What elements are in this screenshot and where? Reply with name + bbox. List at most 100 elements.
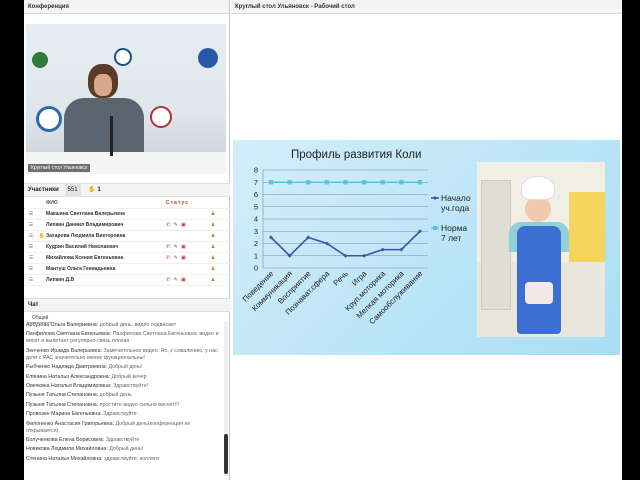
participant-row[interactable]: ☰ Липкин Даниил Владимирович ✆ ✎ ▣ ♟ <box>24 220 230 231</box>
chat-author: Провозен Марина Евгеньевна: <box>26 411 102 418</box>
chat-author: Панфилова Светлана Евгеньевна: <box>26 331 112 338</box>
raised-hands-count: 1 <box>97 187 101 193</box>
data-point <box>268 180 274 185</box>
participant-row[interactable]: ☰ Михайлова Ксения Евгеньевна ✆ ✎ ▣ ♟ <box>24 253 230 264</box>
participants-title: Участники <box>28 187 59 193</box>
menu-icon[interactable]: ☰ <box>24 253 38 264</box>
user-icon: ♟ <box>210 254 216 261</box>
user-icon: ♟ <box>210 243 216 250</box>
chat-author: Клянина Наталья Александровна: <box>26 373 111 380</box>
chat-author: Новикова Людмила Михайловна: <box>26 446 108 453</box>
data-point <box>324 180 330 185</box>
child-photo <box>477 162 605 337</box>
chat-message: Клянина Наталья Александровна: Добрый ве… <box>26 374 222 381</box>
chat-message: Рыбченко Надежда Дмитриевна: Добрый день… <box>26 364 222 371</box>
participant-row[interactable]: ☰ ✋ Захарова Людмила Викторовна ♟ <box>24 231 230 242</box>
banner-logo <box>32 52 48 68</box>
chat-text: Здравствуйте . <box>103 411 140 418</box>
legend-marker <box>433 196 437 200</box>
chat-message: Болученкова Елена Борисовна: Здравствуйт… <box>26 437 222 444</box>
participant-row[interactable]: ☰ Макшина Светлана Валерьевна ♟ <box>24 209 230 220</box>
participant-row[interactable]: ☰ Мантуш Ольга Геннадьевна ♟ <box>24 264 230 275</box>
chat-header: Чат <box>24 298 230 312</box>
legend-label: Начало уч.года <box>441 193 471 213</box>
col-status-header: Статус <box>166 200 189 206</box>
chat-text: Добрый день! <box>108 364 143 371</box>
y-tick-label: 6 <box>254 190 258 199</box>
participant-name: Захарова Людмила Викторовна <box>46 232 126 239</box>
y-tick-label: 5 <box>254 202 258 211</box>
legend-label: Норма 7 лет <box>441 223 467 243</box>
chat-author: Овечкина Наталья Владимировна: <box>26 382 112 389</box>
chat-message: Стенина Наталья Михайловна: здравствуйте… <box>26 456 222 463</box>
chat-text: Добрый день! <box>109 446 144 453</box>
y-tick-label: 8 <box>254 166 258 175</box>
chat-message: Пузыня Татьяна Степановна: добрый день <box>26 392 222 399</box>
menu-icon[interactable]: ☰ <box>24 220 38 231</box>
menu-icon[interactable]: ☰ <box>24 264 38 275</box>
chat-text: Добрый вечер <box>111 373 147 380</box>
data-point <box>399 180 404 185</box>
participant-row[interactable]: ☰ Кудрин Василий Николаевич ✆ ✎ ▣ ♟ <box>24 242 230 253</box>
chat-message: Арбузова Ольга Валериевна: добрый день, … <box>26 322 222 329</box>
chat-message: Панфилова Светлана Евгеньевна: Панфилова… <box>26 331 222 345</box>
left-panel: Конференция Круглый стол Ульяновск Участ… <box>24 0 230 480</box>
chat-text: Здравствуйте! <box>112 382 149 389</box>
data-point <box>417 180 423 185</box>
raised-hand-icon: ✋ <box>88 187 96 193</box>
y-tick-label: 2 <box>254 239 258 248</box>
participant-status-icons: ✆ ✎ ▣ <box>166 254 187 261</box>
chat-author: Зенченко Ираида Валерьевна: <box>26 347 102 354</box>
chat-message: Пузыня Татьяна Степановна: простите виде… <box>26 402 222 409</box>
menu-icon[interactable]: ☰ <box>24 231 38 242</box>
user-icon: ♟ <box>210 221 216 228</box>
app-window: Конференция Круглый стол Ульяновск Участ… <box>24 0 622 480</box>
chat-text: здравствуйте, коллеги <box>104 455 160 462</box>
chat-message: Провозен Марина Евгеньевна: Здравствуйте… <box>26 411 222 418</box>
conference-video[interactable]: Круглый стол Ульяновск <box>26 24 226 174</box>
video-caption: Круглый стол Ульяновск <box>28 164 91 172</box>
user-icon: ♟ <box>210 265 216 272</box>
chat-text: добрый день <box>99 392 132 399</box>
user-icon: ♟ <box>210 210 216 217</box>
desktop-panel-title: Круглый стол Ульяновск - Рабочий стол <box>231 0 622 14</box>
chat-author: Болученкова Елена Борисовна: <box>26 436 105 443</box>
chat-author: Пузыня Татьяна Степановна: <box>26 401 99 408</box>
data-point <box>287 180 292 185</box>
participants-rows: ☰ Макшина Светлана Валерьевна ♟ ☰ Липкин Дан… <box>24 209 230 286</box>
menu-icon[interactable]: ☰ <box>24 275 38 286</box>
chat-author: Стенина Наталья Михайловна: <box>26 455 103 462</box>
user-icon: ♟ <box>210 276 216 283</box>
user-icon: ♟ <box>210 232 216 239</box>
chat-scroll-thumb[interactable] <box>224 434 228 474</box>
participant-status-icons: ✆ ✎ ▣ <box>166 276 187 283</box>
y-tick-label: 4 <box>254 215 258 224</box>
y-tick-label: 7 <box>254 178 258 187</box>
banner-logo <box>150 106 172 128</box>
banner-logo <box>36 106 62 132</box>
chat-author: Арбузова Ольга Валериевна: <box>26 322 99 328</box>
data-point <box>343 180 348 185</box>
chat-scrollbar[interactable] <box>224 322 228 476</box>
menu-icon[interactable]: ☰ <box>24 209 38 220</box>
chat-messages: Арбузова Ольга Валериевна: добрый день, … <box>26 322 222 476</box>
banner-logo <box>114 48 132 66</box>
chat-author: Рыбченко Надежда Дмитриевна: <box>26 364 108 371</box>
col-name-header: ФИО <box>46 200 58 206</box>
data-point <box>306 180 311 185</box>
participants-table: ФИО Статус ☰ Макшина Светлана Валерьевна ♟… <box>24 199 230 286</box>
y-tick-label: 1 <box>254 251 258 260</box>
participant-row[interactable]: ☰ Липкин Д.В ✆ ✎ ▣ ♟ <box>24 275 230 286</box>
data-point <box>380 247 385 252</box>
hand-icon: ✋ <box>38 232 46 239</box>
menu-icon[interactable]: ☰ <box>24 242 38 253</box>
participants-table-header: ФИО Статус <box>24 199 230 209</box>
participant-name: Мантуш Ольга Геннадьевна <box>46 265 116 272</box>
microphone <box>110 116 113 156</box>
chat-author: Пузыня Татьяна Степановна: <box>26 392 99 399</box>
conference-panel-title: Конференция <box>24 0 229 14</box>
chat-message: Новикова Людмила Михайловна: Добрый день… <box>26 446 222 453</box>
participant-name: Липкин Даниил Владимирович <box>46 221 124 228</box>
participant-name: Кудрин Василий Николаевич <box>46 243 119 250</box>
chat-text: добрый день, видео подвисает <box>99 322 177 328</box>
